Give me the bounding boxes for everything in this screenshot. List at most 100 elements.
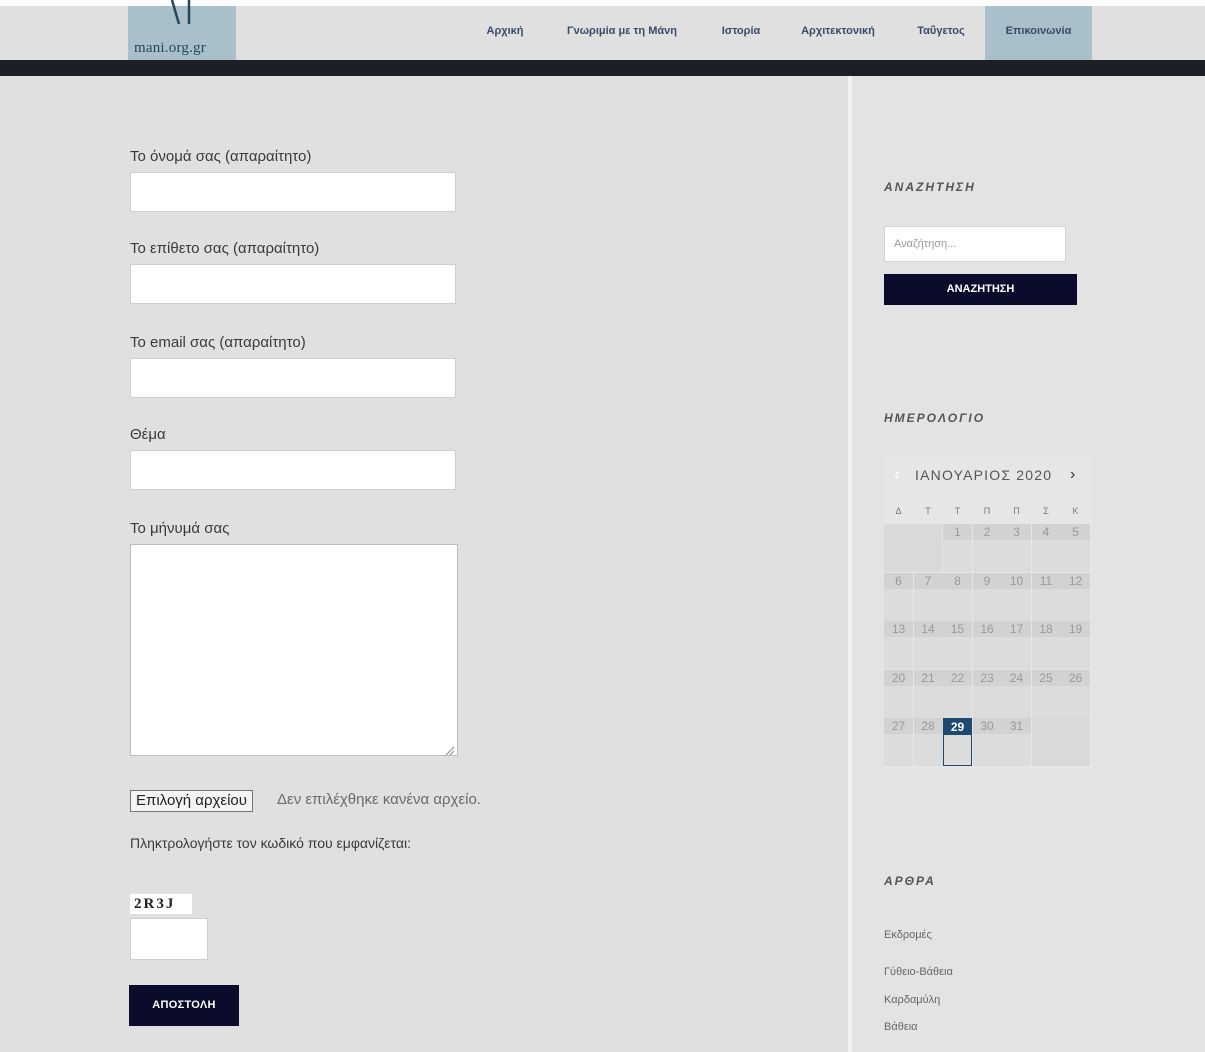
calendar-day[interactable]: 14 [913,621,943,669]
calendar-day-number: 7 [913,572,943,589]
calendar-weekday: Σ [1043,506,1049,516]
calendar-day-number: 5 [1061,524,1090,540]
calendar-day-number: 17 [1002,621,1031,637]
calendar-day[interactable]: 21 [913,669,943,718]
calendar-header: ‹ ΙΑΝΟΥΑΡΙΟΣ 2020 › [884,456,1092,496]
subject-input[interactable] [130,450,456,490]
surname-label: Το επίθετο σας (απαραίτητο) [130,240,320,257]
resize-handle-icon[interactable] [445,743,455,756]
post-link[interactable]: Εκδρομές [884,929,932,941]
calendar-day-number: 24 [1002,669,1031,686]
calendar-day[interactable]: 7 [913,572,943,621]
calendar-day-number: 9 [972,572,1002,589]
calendar-day[interactable]: 4 [1031,524,1061,572]
calendar-day[interactable]: 16 [972,621,1002,669]
prev-month-icon[interactable]: ‹ [894,466,899,484]
calendar-day-number: 22 [943,669,972,686]
calendar-day[interactable]: 11 [1031,572,1061,621]
calendar-day[interactable]: 8 [943,572,972,621]
surname-input[interactable] [130,264,456,304]
subject-label: Θέμα [130,426,166,443]
search-widget-title: ΑΝΑΖΗΤΗΣΗ [884,180,976,194]
calendar-day-number: 4 [1031,524,1061,540]
captcha-image: 2R3J [130,894,192,914]
calendar-day-number: 16 [972,621,1002,637]
calendar-day[interactable]: 10 [1002,572,1031,621]
calendar-day[interactable]: 13 [884,621,913,669]
message-textarea[interactable] [130,544,458,756]
calendar-weekday: Τ [925,506,931,516]
posts-widget-title: ΑΡΘΡΑ [884,874,936,888]
calendar-widget-title: ΗΜΕΡΟΛΟΓΙΟ [884,411,986,425]
nav-architecture[interactable]: Αρχιτεκτονική [786,6,890,60]
search-input[interactable]: Αναζήτηση... [884,226,1066,262]
calendar-day-number: 1 [943,524,972,540]
calendar-day[interactable]: 5 [1061,524,1090,572]
calendar-day[interactable]: 31 [1002,718,1031,766]
captcha-input[interactable] [130,918,208,960]
calendar-day[interactable]: 6 [884,572,913,621]
calendar-day-number: 19 [1061,621,1090,637]
calendar-day[interactable]: 3 [1002,524,1031,572]
post-link[interactable]: Γύθειο-Βάθεια [884,966,953,978]
name-label: Το όνομά σας (απαραίτητο) [130,148,312,165]
calendar-day-number: 12 [1061,572,1090,589]
calendar-day-number: 3 [1002,524,1031,540]
calendar-day-number: 15 [943,621,972,637]
calendar-day[interactable]: 15 [943,621,972,669]
calendar-day-number: 6 [884,572,913,589]
message-label: Το μήνυμά σας [130,520,230,537]
calendar-day-number: 10 [1002,572,1031,589]
calendar-day[interactable]: 26 [1061,669,1090,718]
logo-text: mani.org.gr [134,40,206,56]
calendar-day-number: 8 [943,572,972,589]
calendar-day[interactable]: 12 [1061,572,1090,621]
calendar-day[interactable]: 18 [1031,621,1061,669]
calendar-day-number: 2 [972,524,1002,540]
calendar-today[interactable]: 29 [943,718,972,766]
next-month-icon[interactable]: › [1070,466,1075,484]
calendar-day-number: 11 [1031,572,1061,589]
nav-taygetos[interactable]: Ταΰγετος [904,6,978,60]
name-input[interactable] [130,172,456,212]
nav-home[interactable]: Αρχική [476,6,534,60]
calendar: ‹ ΙΑΝΟΥΑΡΙΟΣ 2020 › Δ Τ Τ Π Π Σ Κ 1 2 3 4 5 6 7 8 9 10 11… [884,456,1092,768]
calendar-day[interactable]: 1 [943,524,972,572]
calendar-day[interactable]: 30 [972,718,1002,766]
calendar-day-number: 20 [884,669,913,686]
nav-contact[interactable]: Επικοινωνία [985,6,1092,60]
calendar-day[interactable]: 2 [972,524,1002,572]
calendar-day-number: 21 [913,669,943,686]
email-input[interactable] [130,358,456,398]
nav-about-mani[interactable]: Γνωριμία με τη Μάνη [548,6,696,60]
choose-file-button[interactable]: Επιλογή αρχείου [130,790,253,812]
calendar-day[interactable]: 23 [972,669,1002,718]
post-link[interactable]: Βάθεια [884,1021,918,1033]
calendar-day-number: 29 [944,719,971,735]
calendar-day[interactable]: 20 [884,669,913,718]
calendar-day[interactable]: 25 [1031,669,1061,718]
nav-history[interactable]: Ιστορία [710,6,772,60]
calendar-weekday: Κ [1072,506,1079,516]
header-bar [0,60,1205,76]
calendar-day-number: 28 [913,718,943,734]
calendar-day[interactable]: 22 [943,669,972,718]
calendar-day[interactable]: 9 [972,572,1002,621]
calendar-day[interactable]: 24 [1002,669,1031,718]
calendar-weekday: Π [983,506,991,516]
calendar-blank [884,524,942,572]
calendar-day-number: 26 [1061,669,1090,686]
submit-button[interactable]: ΑΠΟΣΤΟΛΗ [129,985,239,1026]
calendar-day-number: 23 [972,669,1002,686]
calendar-day[interactable]: 19 [1061,621,1090,669]
calendar-day-number: 25 [1031,669,1061,686]
calendar-day-number: 14 [913,621,943,637]
site-logo[interactable]: mani.org.gr [128,0,236,60]
post-link[interactable]: Καρδαμύλη [884,994,940,1006]
search-button[interactable]: ΑΝΑΖΗΤΗΣΗ [884,274,1077,305]
calendar-day[interactable]: 17 [1002,621,1031,669]
calendar-weekday: Τ [954,506,961,516]
calendar-day[interactable]: 28 [913,718,943,766]
calendar-day-number: 31 [1002,718,1031,734]
calendar-day[interactable]: 27 [884,718,913,766]
